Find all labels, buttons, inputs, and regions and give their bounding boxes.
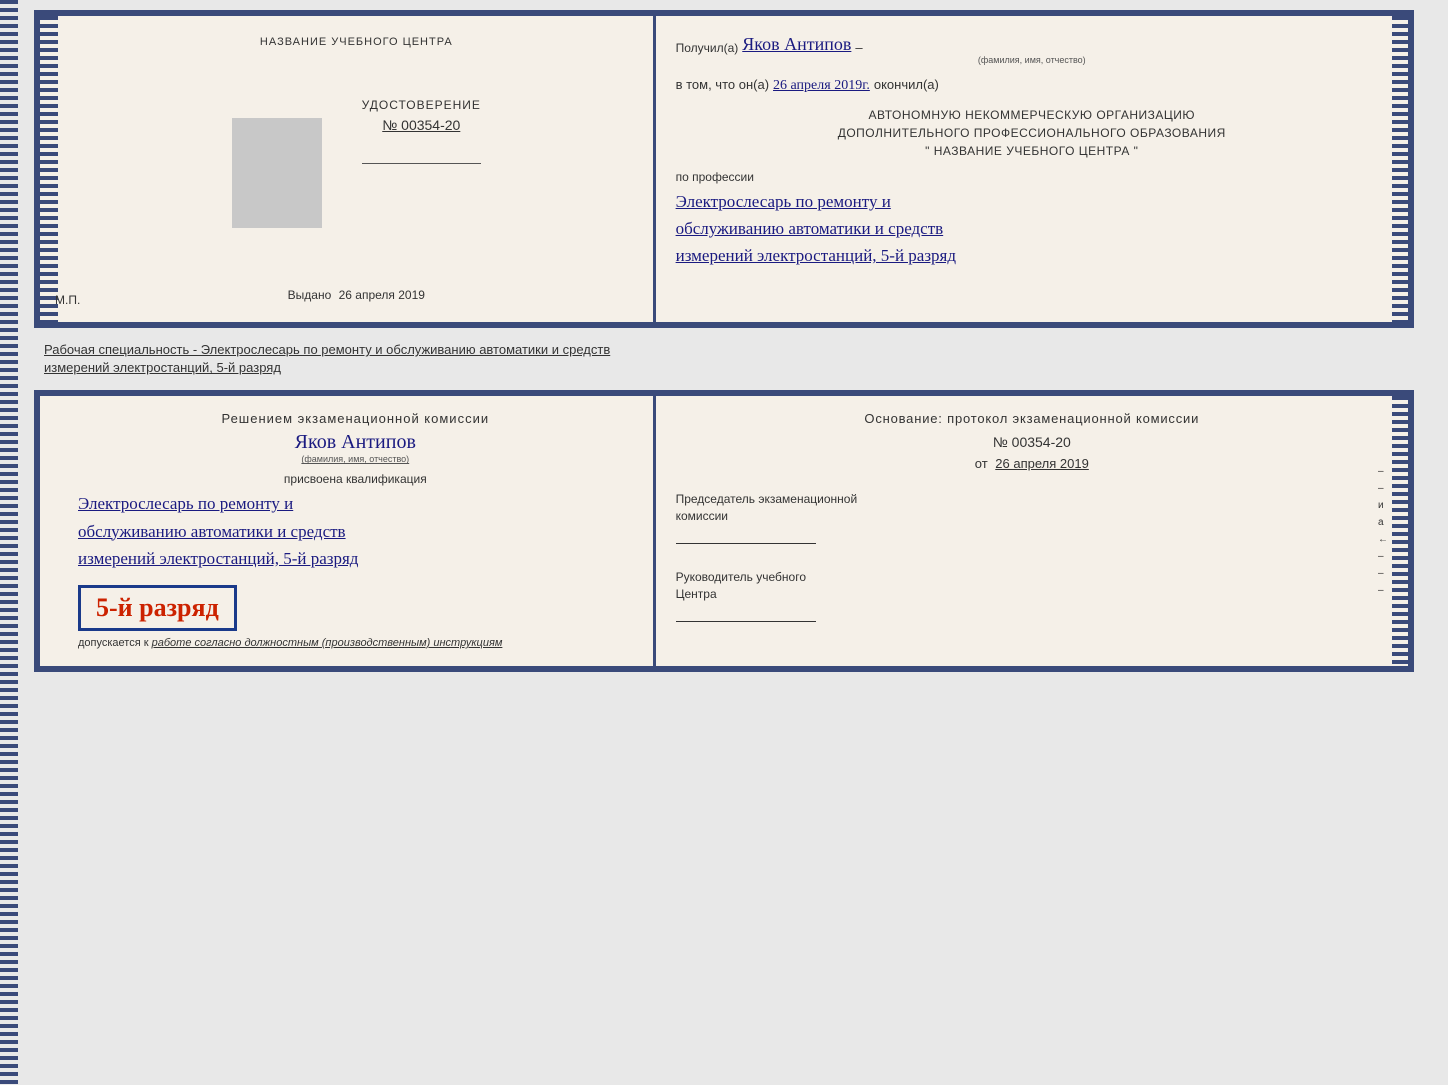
po-professii-label: по профессии bbox=[676, 170, 1388, 184]
middle-line2: измерений электростанций, 5-й разряд bbox=[44, 359, 1404, 377]
okonchil-label: окончил(а) bbox=[874, 77, 939, 92]
protocol-number: № 00354-20 bbox=[676, 434, 1388, 450]
qual-line2: обслуживанию автоматики и средств bbox=[78, 518, 633, 545]
right-spine-bottom bbox=[1392, 396, 1408, 666]
rukovoditel-line1: Руководитель учебного bbox=[676, 569, 1388, 586]
recipient-name-top: Яков Антипов bbox=[742, 34, 851, 55]
qualification-block: Электрослесарь по ремонту и обслуживанию… bbox=[78, 490, 633, 572]
profession-line1: Электрослесарь по ремонту и bbox=[676, 188, 1388, 215]
vydano-date: 26 апреля 2019 bbox=[339, 288, 425, 302]
document-container: НАЗВАНИЕ УЧЕБНОГО ЦЕНТРА УДОСТОВЕРЕНИЕ №… bbox=[34, 10, 1414, 672]
bottom-left-page: Решением экзаменационной комиссии Яков А… bbox=[40, 396, 656, 666]
predsedatel-line2: комиссии bbox=[676, 508, 1388, 525]
udost-number: № 00354-20 bbox=[362, 117, 481, 133]
poluchil-label: Получил(а) bbox=[676, 41, 739, 55]
dopuskaetsya-label: допускается к bbox=[78, 637, 149, 649]
bottom-right-page: Основание: протокол экзаменационной коми… bbox=[656, 396, 1408, 666]
bottom-certificate-spread: Решением экзаменационной комиссии Яков А… bbox=[34, 390, 1414, 672]
predsedatel-block: Председатель экзаменационной комиссии bbox=[676, 491, 1388, 549]
left-spine-decoration bbox=[40, 16, 58, 322]
right-spine-decoration bbox=[1392, 16, 1408, 322]
right-margin-text: – – и а ← – – – bbox=[1378, 466, 1388, 596]
org-line2: ДОПОЛНИТЕЛЬНОГО ПРОФЕССИОНАЛЬНОГО ОБРАЗО… bbox=[676, 124, 1388, 142]
top-right-page: Получил(а) Яков Антипов – (фамилия, имя,… bbox=[656, 16, 1408, 322]
fio-subtitle-bottom: (фамилия, имя, отчество) bbox=[78, 454, 633, 464]
profession-line3: измерений электростанций, 5-й разряд bbox=[676, 242, 1388, 269]
rukovoditel-text: Руководитель учебного Центра bbox=[676, 569, 1388, 603]
bottom-left-spine bbox=[0, 0, 18, 1085]
udost-title: УДОСТОВЕРЕНИЕ bbox=[362, 98, 481, 112]
v-tom-line: в том, что он(а) 26 апреля 2019г. окончи… bbox=[676, 77, 1388, 94]
vydano-label: Выдано bbox=[288, 288, 332, 302]
ot-label: от bbox=[975, 456, 988, 471]
rukovoditel-signature-line bbox=[676, 621, 816, 622]
predsedatel-line1: Председатель экзаменационной bbox=[676, 491, 1388, 508]
org-line1: АВТОНОМНУЮ НЕКОММЕРЧЕСКУЮ ОРГАНИЗАЦИЮ bbox=[676, 106, 1388, 124]
org-quote: " НАЗВАНИЕ УЧЕБНОГО ЦЕНТРА " bbox=[676, 142, 1388, 160]
udost-block: УДОСТОВЕРЕНИЕ № 00354-20 bbox=[362, 98, 481, 164]
v-tom-label: в том, что он(а) bbox=[676, 77, 769, 92]
dopuskaetsya-text: работе согласно должностным (производств… bbox=[152, 637, 503, 649]
profession-line2: обслуживанию автоматики и средств bbox=[676, 215, 1388, 242]
qual-line1: Электрослесарь по ремонту и bbox=[78, 490, 633, 517]
middle-specialty-text: Рабочая специальность - Электрослесарь п… bbox=[34, 336, 1414, 382]
rukovoditel-line2: Центра bbox=[676, 586, 1388, 603]
photo-placeholder bbox=[232, 118, 322, 228]
middle-line1: Рабочая специальность - Электрослесарь п… bbox=[44, 341, 1404, 359]
predsedatel-text: Председатель экзаменационной комиссии bbox=[676, 491, 1388, 525]
top-left-title: НАЗВАНИЕ УЧЕБНОГО ЦЕНТРА bbox=[260, 36, 453, 48]
predsedatel-signature-line bbox=[676, 543, 816, 544]
mp-label: М.П. bbox=[55, 293, 80, 307]
ot-date-value: 26 апреля 2019 bbox=[995, 456, 1089, 471]
recipient-name-bottom: Яков Антипов bbox=[78, 431, 633, 454]
top-certificate-spread: НАЗВАНИЕ УЧЕБНОГО ЦЕНТРА УДОСТОВЕРЕНИЕ №… bbox=[34, 10, 1414, 328]
fio-subtitle-top: (фамилия, имя, отчество) bbox=[676, 55, 1388, 65]
rukovoditel-block: Руководитель учебного Центра bbox=[676, 569, 1388, 627]
profession-block-top: Электрослесарь по ремонту и обслуживанию… bbox=[676, 188, 1388, 270]
ot-date-line: от 26 апреля 2019 bbox=[676, 456, 1388, 471]
razryad-badge: 5-й разряд bbox=[78, 585, 237, 631]
razryad-text: 5-й разряд bbox=[96, 593, 219, 623]
org-block: АВТОНОМНУЮ НЕКОММЕРЧЕСКУЮ ОРГАНИЗАЦИЮ ДО… bbox=[676, 106, 1388, 160]
prisvoena-label: присвоена квалификация bbox=[78, 472, 633, 486]
date-value-top: 26 апреля 2019г. bbox=[773, 78, 870, 94]
vydano-line: Выдано 26 апреля 2019 bbox=[288, 288, 425, 302]
resheniem-label: Решением экзаменационной комиссии bbox=[78, 411, 633, 426]
qual-line3: измерений электростанций, 5-й разряд bbox=[78, 545, 633, 572]
top-left-page: НАЗВАНИЕ УЧЕБНОГО ЦЕНТРА УДОСТОВЕРЕНИЕ №… bbox=[40, 16, 656, 322]
osnovanie-label: Основание: протокол экзаменационной коми… bbox=[676, 411, 1388, 426]
dopuskaetsya-block: допускается к работе согласно должностны… bbox=[78, 636, 633, 651]
